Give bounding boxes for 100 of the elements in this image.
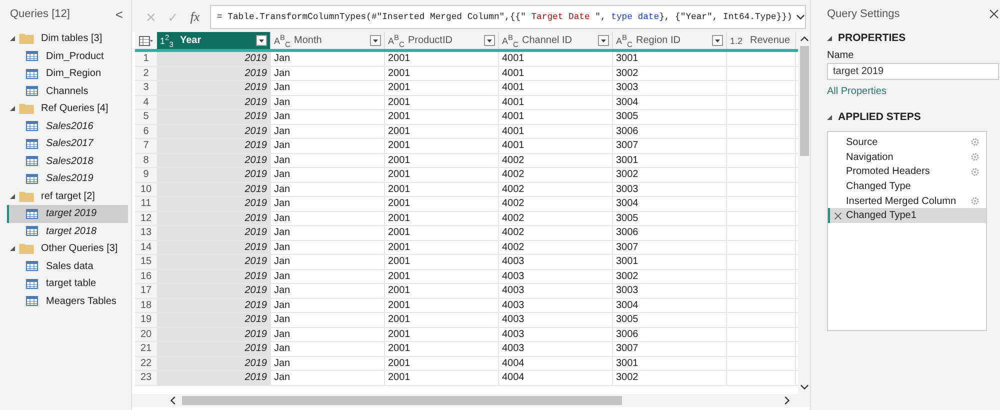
table-cell: 2019: [157, 52, 271, 66]
filter-dropdown-icon[interactable]: [484, 35, 495, 46]
row-number: 5: [135, 110, 157, 124]
formula-field[interactable]: = Table.TransformColumnTypes(#"Inserted Merged Column",{{" Target Date ", type date}, {"Year", Int64.Type}}): [210, 5, 806, 29]
query-item[interactable]: Sales data: [7, 258, 128, 275]
query-item[interactable]: Sales2018: [7, 152, 128, 170]
table-cell: Jan: [271, 371, 385, 384]
table-cell: 3003: [613, 81, 727, 94]
table-cell: Jan: [271, 212, 385, 225]
table-cell: 2019: [157, 284, 271, 298]
row-number: 18: [135, 298, 157, 312]
scrollbar-thumb[interactable]: [800, 46, 808, 156]
table-cell: 3005: [613, 212, 727, 225]
table-cell: Jan: [271, 197, 385, 210]
query-item[interactable]: Dim_Product: [7, 48, 128, 65]
table-cell: 2019: [157, 328, 271, 341]
row-number: 10: [135, 182, 157, 196]
table-icon: [26, 296, 38, 306]
table-cell: 3003: [613, 284, 727, 298]
delete-icon[interactable]: [834, 212, 842, 220]
query-item[interactable]: Sales2017: [7, 135, 128, 152]
filter-dropdown-icon[interactable]: [256, 35, 267, 46]
step-item[interactable]: Navigation: [828, 150, 986, 164]
table-cell: 2001: [385, 371, 499, 384]
filter-dropdown-icon[interactable]: [598, 35, 609, 46]
close-icon[interactable]: [989, 9, 999, 19]
row-number: 4: [135, 96, 157, 109]
table-cell: 4001: [499, 110, 613, 124]
query-item[interactable]: Dim_Region: [7, 65, 128, 82]
row-number: 3: [135, 81, 157, 94]
table-cell: 2001: [385, 298, 499, 312]
table-cell: 3005: [613, 110, 727, 124]
table-cell: Jan: [271, 356, 385, 370]
query-item[interactable]: Meagers Tables: [7, 292, 128, 310]
folder-item[interactable]: Other Queries [3]: [0, 240, 131, 258]
vertical-scrollbar[interactable]: [798, 32, 810, 394]
insert-function-button[interactable]: fx: [184, 9, 206, 25]
scroll-down-icon[interactable]: [800, 384, 808, 390]
row-number: 13: [135, 226, 157, 240]
row-number: 19: [135, 313, 157, 326]
query-item[interactable]: Sales2019: [7, 170, 128, 188]
table-cell: 2019: [157, 139, 271, 152]
filter-dropdown-icon[interactable]: [712, 35, 723, 46]
table-cell: 2001: [385, 328, 499, 341]
table-cell: 3002: [613, 371, 727, 384]
table-cell: 2019: [157, 182, 271, 196]
query-item[interactable]: target 2019: [7, 205, 128, 222]
query-item[interactable]: Channels: [7, 82, 128, 100]
folder-item[interactable]: ref target [2]: [0, 188, 131, 205]
table-cell: 4003: [499, 313, 613, 326]
step-item[interactable]: Changed Type1: [828, 208, 986, 224]
all-properties-link[interactable]: All Properties: [827, 86, 886, 97]
table-cell: 4001: [499, 139, 613, 152]
table-icon: [26, 86, 38, 96]
row-number: 9: [135, 168, 157, 182]
table-cell: 3002: [613, 66, 727, 80]
step-item[interactable]: Inserted Merged Column: [828, 194, 986, 208]
table-cell: 3007: [613, 139, 727, 152]
table-cell: 3006: [613, 124, 727, 138]
table-cell: Jan: [271, 139, 385, 152]
query-item[interactable]: Sales2016: [7, 118, 128, 135]
table-cell: 2001: [385, 110, 499, 124]
query-item[interactable]: target table: [7, 275, 128, 292]
scrollbar-thumb[interactable]: [182, 396, 622, 405]
table-icon: [26, 208, 38, 219]
scroll-left-icon[interactable]: [170, 396, 176, 405]
table-cell: 2019: [157, 212, 271, 225]
step-item[interactable]: Source: [828, 135, 986, 150]
scroll-right-icon[interactable]: [784, 396, 790, 405]
table-cell: 4001: [499, 124, 613, 138]
table-cell: 2001: [385, 240, 499, 254]
table-cell: 2001: [385, 313, 499, 326]
row-number: 11: [135, 197, 157, 210]
table-cell: Jan: [271, 298, 385, 312]
table-cell: 3004: [613, 197, 727, 210]
table-cell: 4002: [499, 182, 613, 196]
row-number: 20: [135, 328, 157, 341]
table-cell: 2019: [157, 270, 271, 283]
table-cell: Jan: [271, 168, 385, 182]
table-cell: 2019: [157, 342, 271, 356]
table-cell: 2001: [385, 342, 499, 356]
folder-icon: [19, 243, 34, 254]
name-field[interactable]: target 2019: [827, 63, 999, 80]
scroll-up-icon[interactable]: [800, 36, 808, 42]
table-cell: 4003: [499, 270, 613, 283]
table-cell: Jan: [271, 96, 385, 109]
step-item[interactable]: Changed Type: [828, 179, 986, 194]
table-cell: 4001: [499, 81, 613, 94]
query-item[interactable]: target 2018: [7, 222, 128, 240]
table-cell: 2001: [385, 154, 499, 167]
table-cell: Jan: [271, 255, 385, 268]
table-cell: 4003: [499, 255, 613, 268]
folder-item[interactable]: Dim tables [3]: [0, 30, 131, 48]
column-header[interactable]: 1$^{2}$$_{3}$ Year: [157, 32, 271, 49]
filter-dropdown-icon[interactable]: [370, 35, 381, 46]
table-cell: 3006: [613, 328, 727, 341]
collapse-button[interactable]: <: [113, 6, 125, 22]
horizontal-scrollbar[interactable]: [132, 394, 810, 407]
folder-item[interactable]: Ref Queries [4]: [0, 100, 131, 118]
step-item[interactable]: Promoted Headers: [828, 164, 986, 180]
